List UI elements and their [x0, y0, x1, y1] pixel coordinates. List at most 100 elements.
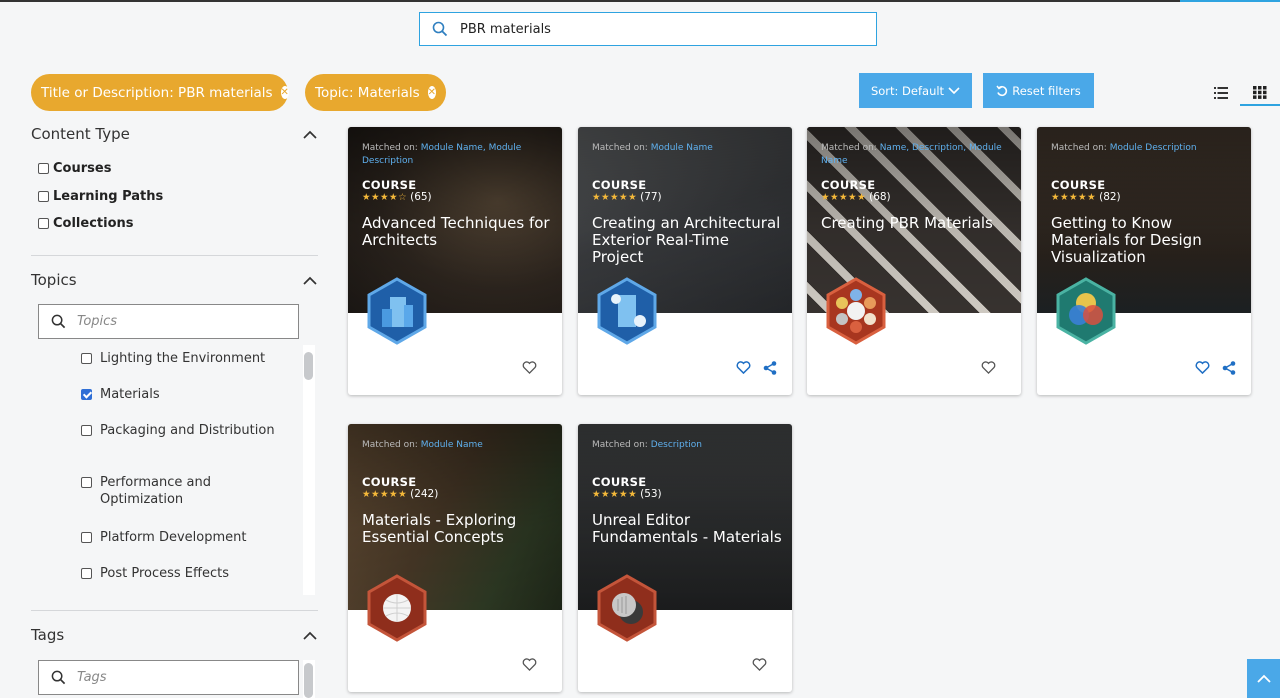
checkbox[interactable] — [81, 425, 92, 436]
checkbox[interactable] — [38, 218, 49, 229]
checkbox[interactable] — [38, 191, 49, 202]
content-kind: COURSE — [362, 475, 417, 489]
tags-search-input[interactable] — [77, 670, 287, 685]
building-badge-icon — [597, 277, 657, 345]
matched-on: Matched on: Module Name — [592, 143, 713, 153]
course-title[interactable]: Creating an Architectural Exterior Real-… — [592, 215, 784, 266]
course-card[interactable]: Matched on: Module Description COURSE ★★… — [1037, 127, 1251, 395]
sort-button[interactable]: Sort: Default — [859, 73, 972, 108]
reset-filters-button[interactable]: Reset filters — [983, 73, 1094, 108]
tags-title: Tags — [31, 626, 65, 644]
topics-scrollbar-thumb[interactable] — [304, 352, 313, 380]
list-view-icon[interactable] — [1214, 84, 1228, 103]
grid-view-icon[interactable] — [1253, 84, 1267, 103]
tags-scrollbar-thumb[interactable] — [304, 663, 313, 698]
share-icon[interactable] — [763, 361, 777, 375]
share-icon[interactable] — [1222, 361, 1236, 375]
content-type-title: Content Type — [31, 125, 130, 143]
content-kind: COURSE — [1051, 178, 1106, 192]
chevron-down-icon — [948, 86, 960, 94]
heart-icon[interactable] — [736, 361, 751, 374]
search-box[interactable] — [419, 12, 877, 46]
topic-item[interactable]: Lighting the Environment — [81, 350, 291, 367]
topics-title: Topics — [31, 271, 77, 289]
topics-scrollbar[interactable] — [303, 345, 315, 595]
top-border — [0, 0, 1180, 2]
heart-icon[interactable] — [522, 361, 537, 374]
topic-label: Materials — [100, 387, 160, 402]
content-type-courses[interactable]: Courses — [38, 161, 111, 176]
checkbox-checked[interactable] — [81, 389, 92, 400]
checkbox-label: Learning Paths — [53, 189, 164, 204]
filter-chip-title[interactable]: Title or Description: PBR materials ✕ — [31, 74, 289, 111]
checkbox[interactable] — [38, 163, 49, 174]
search-icon — [39, 670, 77, 685]
close-icon[interactable]: ✕ — [280, 86, 289, 99]
course-card[interactable]: Matched on: Name, Description, Module Na… — [807, 127, 1021, 395]
topic-item[interactable]: Packaging and Distribution — [81, 422, 291, 439]
topic-label: Platform Development — [100, 530, 247, 545]
checkbox[interactable] — [81, 532, 92, 543]
checkbox[interactable] — [81, 353, 92, 364]
search-icon — [39, 314, 77, 329]
checkbox[interactable] — [81, 568, 92, 579]
metal-sphere-badge-icon — [597, 574, 657, 642]
topic-label: Post Process Effects — [100, 566, 229, 581]
content-kind: COURSE — [592, 178, 647, 192]
star-icons: ★★★★★ — [592, 191, 638, 203]
material-balls-badge-icon — [826, 277, 886, 345]
heart-icon[interactable] — [752, 658, 767, 671]
rating: ★★★★☆ (65) — [362, 191, 432, 203]
topic-label: Lighting the Environment — [100, 351, 266, 366]
star-icons: ★★★★★ — [821, 191, 867, 203]
star-icons: ★★★★★ — [1051, 191, 1097, 203]
topic-label: Performance and Optimization — [100, 475, 211, 507]
chevron-up-icon — [1256, 674, 1271, 683]
scroll-to-top-button[interactable] — [1247, 659, 1280, 698]
star-icons: ★★★★☆ — [362, 191, 408, 203]
course-title[interactable]: Getting to Know Materials for Design Vis… — [1051, 215, 1243, 266]
topic-item[interactable]: Post Process Effects — [81, 565, 291, 582]
rating: ★★★★★ (68) — [821, 191, 891, 203]
course-card[interactable]: Matched on: Description COURSE ★★★★★ (53)… — [578, 424, 792, 692]
content-kind: COURSE — [821, 178, 876, 192]
heart-icon[interactable] — [522, 658, 537, 671]
chevron-up-icon[interactable] — [303, 276, 317, 285]
topic-item[interactable]: Performance and Optimization — [81, 474, 291, 508]
content-type-learning-paths[interactable]: Learning Paths — [38, 189, 163, 204]
close-icon[interactable]: ✕ — [427, 86, 437, 99]
sort-label: Sort: Default — [870, 83, 945, 98]
color-wheel-badge-icon — [1056, 277, 1116, 345]
topics-filter[interactable] — [38, 304, 299, 339]
rating: ★★★★★ (77) — [592, 191, 662, 203]
checkbox-label: Courses — [53, 161, 112, 176]
content-kind: COURSE — [592, 475, 647, 489]
search-icon — [420, 21, 460, 37]
tags-filter[interactable] — [38, 660, 299, 695]
course-title[interactable]: Creating PBR Materials — [821, 215, 1013, 232]
course-title[interactable]: Materials - Exploring Essential Concepts — [362, 512, 554, 546]
topics-search-input[interactable] — [77, 314, 287, 329]
checkbox[interactable] — [81, 477, 92, 488]
topic-item[interactable]: Platform Development — [81, 529, 291, 546]
filter-chip-topic[interactable]: Topic: Materials ✕ — [305, 74, 446, 111]
rating: ★★★★★ (82) — [1051, 191, 1121, 203]
heart-icon[interactable] — [981, 361, 996, 374]
sidebar-divider — [31, 255, 318, 256]
course-title[interactable]: Unreal Editor Fundamentals - Materials — [592, 512, 784, 546]
rating: ★★★★★ (53) — [592, 488, 662, 500]
course-title[interactable]: Advanced Techniques for Architects — [362, 215, 554, 249]
heart-icon[interactable] — [1195, 361, 1210, 374]
course-card[interactable]: Matched on: Module Name, Module Descript… — [348, 127, 562, 395]
chevron-up-icon[interactable] — [303, 130, 317, 139]
undo-icon — [996, 85, 1008, 96]
search-input[interactable] — [460, 21, 860, 37]
content-type-collections[interactable]: Collections — [38, 216, 134, 231]
star-icons: ★★★★★ — [362, 488, 408, 500]
chevron-up-icon[interactable] — [303, 631, 317, 640]
course-card[interactable]: Matched on: Module Name COURSE ★★★★★ (77)… — [578, 127, 792, 395]
building-badge-icon — [367, 277, 427, 345]
topic-item-materials[interactable]: Materials — [81, 386, 291, 403]
course-card[interactable]: Matched on: Module Name COURSE ★★★★★ (242… — [348, 424, 562, 692]
sidebar-divider — [31, 610, 318, 611]
